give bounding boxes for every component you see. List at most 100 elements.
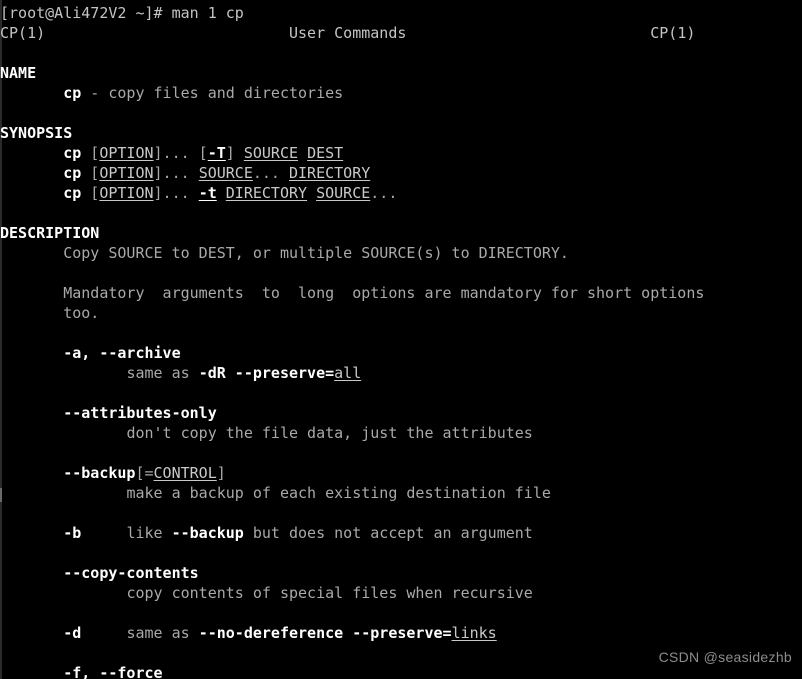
option-entry-b: -b like --backup but does not accept an …: [0, 523, 802, 543]
description-line-1: Copy SOURCE to DEST, or multiple SOURCE(…: [0, 243, 802, 263]
option-desc-attributes-only: don't copy the file data, just the attri…: [0, 423, 802, 443]
section-heading-name: NAME: [0, 63, 802, 83]
synopsis-source-arg: SOURCE: [198, 164, 253, 182]
option-flag-d: -d: [63, 624, 82, 642]
option-desc-arg-links: links: [451, 624, 497, 642]
option-bracket-open: [=: [135, 464, 154, 482]
synopsis-cp: cp: [63, 184, 82, 202]
synopsis-sep: ]...: [153, 164, 199, 182]
option-entry-d: -d same as --no-dereference --preserve=l…: [0, 623, 802, 643]
option-entry-copy-contents: --copy-contents: [0, 563, 802, 583]
terminal-screen: [root@Ali472V2 ~]# man 1 cp CP(1) User C…: [0, 3, 802, 679]
option-desc-text: like: [126, 524, 172, 542]
man-header-gap-2: [406, 24, 650, 42]
section-heading-name-text: NAME: [0, 64, 37, 82]
option-desc-text: same as: [126, 364, 199, 382]
option-desc-bold-backup: --backup: [171, 524, 244, 542]
section-heading-synopsis-text: SYNOPSIS: [0, 124, 73, 142]
synopsis-line-1: cp [OPTION]... [-T] SOURCE DEST: [0, 143, 802, 163]
synopsis-flag-T: -T: [207, 144, 226, 162]
synopsis-line-3: cp [OPTION]... -t DIRECTORY SOURCE...: [0, 183, 802, 203]
description-line-2: Mandatory arguments to long options are …: [0, 283, 802, 303]
option-entry-backup: --backup[=CONTROL]: [0, 463, 802, 483]
synopsis-sep: ...: [252, 164, 289, 182]
synopsis-dest-arg: DEST: [307, 144, 344, 162]
man-header-left: CP(1): [0, 24, 46, 42]
option-desc-backup: make a backup of each existing destinati…: [0, 483, 802, 503]
man-header-center: User Commands: [289, 24, 407, 42]
command-summary: - copy files and directories: [81, 84, 344, 102]
synopsis-cp: cp: [63, 144, 82, 162]
section-heading-synopsis: SYNOPSIS: [0, 123, 802, 143]
synopsis-sep: [: [81, 164, 100, 182]
option-flag-copy-contents: --copy-contents: [63, 564, 199, 582]
synopsis-option-arg: OPTION: [99, 184, 154, 202]
section-heading-description-text: DESCRIPTION: [0, 224, 100, 242]
synopsis-sep: ]...: [153, 184, 199, 202]
description-text: Mandatory arguments to long options are …: [0, 284, 705, 302]
option-flag-attributes-only: --attributes-only: [63, 404, 217, 422]
synopsis-cp: cp: [63, 164, 82, 182]
option-desc-bold: -dR --preserve=: [198, 364, 335, 382]
option-desc-text: same as: [126, 624, 199, 642]
synopsis-sep: [307, 184, 316, 202]
option-gap: [81, 624, 126, 642]
option-flag-b: -b: [63, 524, 82, 542]
man-header-line: CP(1) User Commands CP(1): [0, 23, 802, 43]
section-heading-description: DESCRIPTION: [0, 223, 802, 243]
man-header-gap-1: [45, 24, 289, 42]
synopsis-source-arg: SOURCE: [243, 144, 299, 162]
synopsis-sep: [298, 144, 307, 162]
option-desc-text: but does not accept an argument: [243, 524, 533, 542]
option-entry-archive: -a, --archive: [0, 343, 802, 363]
name-body-line: cp - copy files and directories: [0, 83, 802, 103]
option-flag-force: -f, --force: [63, 664, 163, 679]
terminal-window[interactable]: [root@Ali472V2 ~]# man 1 cp CP(1) User C…: [0, 0, 802, 679]
synopsis-flag-t: -t: [198, 184, 217, 202]
synopsis-sep: [: [81, 144, 100, 162]
synopsis-directory-arg: DIRECTORY: [225, 184, 308, 202]
option-desc-bold: --no-dereference --preserve=: [198, 624, 452, 642]
synopsis-sep: [217, 184, 226, 202]
csdn-watermark: CSDN @seasidezhb: [658, 649, 792, 665]
option-desc-arg: all: [334, 364, 362, 382]
description-line-3: too.: [0, 303, 802, 323]
synopsis-line-2: cp [OPTION]... SOURCE... DIRECTORY: [0, 163, 802, 183]
synopsis-sep: ]: [225, 144, 244, 162]
option-desc-text: copy contents of special files when recu…: [126, 584, 533, 602]
option-desc-text: make a backup of each existing destinati…: [126, 484, 551, 502]
option-flag-backup: --backup: [63, 464, 136, 482]
synopsis-sep: ]... [: [153, 144, 208, 162]
synopsis-directory-arg: DIRECTORY: [289, 164, 371, 182]
option-flag-archive: -a, --archive: [63, 344, 181, 362]
synopsis-sep: [: [81, 184, 100, 202]
option-arg-control: CONTROL: [153, 464, 217, 482]
description-text: Copy SOURCE to DEST, or multiple SOURCE(…: [0, 244, 569, 262]
synopsis-option-arg: OPTION: [99, 144, 154, 162]
synopsis-ellipsis: ...: [370, 184, 398, 202]
option-desc-archive: same as -dR --preserve=all: [0, 363, 802, 383]
prompt-text: [root@Ali472V2 ~]# man 1 cp: [0, 4, 244, 22]
description-text: too.: [0, 304, 100, 322]
